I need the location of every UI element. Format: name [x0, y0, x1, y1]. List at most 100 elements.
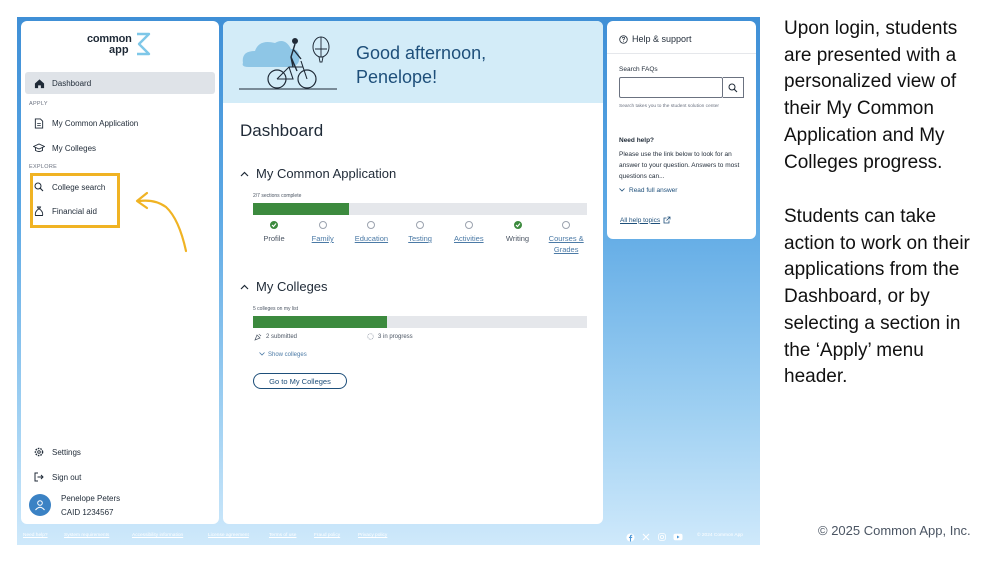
search-faqs-label: Search FAQs	[619, 66, 658, 73]
step-writing[interactable]: Writing	[493, 221, 543, 244]
search-note: Search takes you to the student solution…	[619, 104, 719, 109]
document-icon	[32, 116, 46, 130]
sidebar-item-dashboard[interactable]: Dashboard	[25, 72, 215, 94]
step-family[interactable]: Family	[298, 221, 348, 244]
colleges-progress-fill	[253, 316, 387, 328]
user-caid: CAID 1234567	[61, 508, 114, 517]
step-label: Education	[354, 234, 389, 243]
gear-icon	[32, 445, 46, 459]
section-title: My Common Application	[256, 166, 397, 181]
footer: Need help? System requirements Accessibi…	[17, 529, 760, 545]
divider	[607, 53, 756, 54]
x-icon[interactable]	[641, 532, 651, 542]
search-button[interactable]	[723, 77, 744, 98]
sections-complete-text: 2/7 sections complete	[253, 193, 302, 199]
need-help-heading: Need help?	[619, 137, 655, 144]
footer-link[interactable]: Terms of use	[269, 533, 296, 538]
step-incomplete-icon	[562, 221, 571, 229]
external-link-icon	[663, 216, 671, 224]
chevron-up-icon[interactable]	[240, 169, 252, 179]
caption-paragraph-1: Upon login, students are presented with …	[784, 18, 958, 173]
step-activities[interactable]: Activities	[444, 221, 494, 244]
celebration-icon	[254, 333, 262, 341]
section-my-colleges[interactable]: My Colleges	[240, 279, 328, 294]
application-steps: Profile Family Education Testing Activities W…	[253, 221, 603, 261]
logo-mark-icon	[137, 32, 151, 56]
user-profile[interactable]: Penelope Peters CAID 1234567	[25, 491, 215, 521]
submitted-count: 2 submitted	[254, 333, 297, 341]
step-incomplete-icon	[367, 221, 376, 229]
step-label: Testing	[408, 234, 432, 243]
cyclist-illustration-icon	[239, 36, 337, 90]
section-explore-header: EXPLORE	[29, 164, 58, 170]
step-incomplete-icon	[318, 221, 327, 229]
logo-line2: app	[109, 44, 129, 56]
step-testing[interactable]: Testing	[395, 221, 445, 244]
caption-paragraph-2: Students can take action to work on thei…	[784, 206, 970, 388]
read-full-answer-label: Read full answer	[629, 187, 678, 194]
section-my-common-application[interactable]: My Common Application	[240, 166, 396, 181]
slide-copyright: © 2025 Common App, Inc.	[818, 523, 971, 538]
sidebar-item-sign-out[interactable]: Sign out	[25, 466, 215, 488]
sidebar-item-settings[interactable]: Settings	[25, 441, 215, 463]
step-profile[interactable]: Profile	[249, 221, 299, 244]
step-label: Activities	[454, 234, 484, 243]
facebook-icon[interactable]	[625, 532, 635, 542]
sidebar-item-my-common-application[interactable]: My Common Application	[25, 112, 215, 134]
chevron-down-icon	[619, 187, 625, 194]
footer-link[interactable]: Privacy policy	[358, 533, 387, 538]
sidebar-item-label: My Common Application	[52, 118, 139, 128]
show-colleges-label: Show colleges	[268, 352, 307, 358]
all-help-topics-label: All help topics	[620, 216, 661, 224]
sidebar: common app Dashboard APPLY My Common App…	[21, 21, 219, 524]
common-app-logo[interactable]: common app	[87, 31, 157, 57]
app-window: common app Dashboard APPLY My Common App…	[17, 17, 760, 545]
footer-link[interactable]: Need help?	[23, 533, 48, 538]
step-label: Profile	[263, 234, 285, 243]
step-education[interactable]: Education	[346, 221, 396, 244]
all-help-topics-link[interactable]: All help topics	[620, 216, 671, 224]
greeting-text: Good afternoon, Penelope!	[356, 43, 487, 87]
read-full-answer-link[interactable]: Read full answer	[619, 187, 677, 194]
explore-highlight-box	[30, 173, 120, 228]
step-label: Family	[311, 234, 334, 243]
show-colleges-link[interactable]: Show colleges	[259, 352, 307, 358]
chevron-down-icon	[259, 352, 265, 358]
step-incomplete-icon	[416, 221, 425, 229]
youtube-icon[interactable]	[673, 532, 683, 542]
step-complete-icon	[513, 221, 522, 229]
annotation-arrow-icon	[135, 191, 188, 253]
main-content: Good afternoon, Penelope! Dashboard My C…	[223, 21, 603, 524]
go-to-my-colleges-button[interactable]: Go to My Colleges	[253, 373, 347, 389]
avatar	[29, 494, 51, 516]
help-title: Help & support	[632, 34, 692, 44]
footer-link[interactable]: Accessibility information	[132, 533, 183, 538]
in-progress-label: 3 in progress	[378, 333, 413, 340]
application-progress-fill	[253, 203, 349, 215]
chevron-up-icon[interactable]	[240, 282, 252, 292]
section-title: My Colleges	[256, 279, 328, 294]
step-complete-icon	[270, 221, 278, 229]
colleges-count-text: 5 colleges on my list	[253, 306, 299, 312]
in-progress-count: 3 in progress	[367, 333, 413, 340]
step-label: Courses & Grades	[548, 234, 584, 254]
footer-copyright: © 2024 Common App	[697, 533, 743, 538]
help-support-panel: Help & support Search FAQs Search takes …	[607, 21, 756, 239]
home-icon	[32, 76, 46, 90]
search-icon	[728, 83, 738, 92]
colleges-progress-bar	[253, 316, 587, 328]
step-courses-grades[interactable]: Courses & Grades	[541, 221, 591, 255]
user-icon	[35, 500, 45, 511]
footer-link[interactable]: Fraud policy	[314, 533, 340, 538]
help-header: Help & support	[619, 34, 692, 44]
instagram-icon[interactable]	[657, 532, 667, 542]
question-icon	[619, 34, 628, 44]
footer-link[interactable]: License agreement	[208, 533, 249, 538]
sidebar-item-my-colleges[interactable]: My Colleges	[25, 137, 215, 159]
help-body-text: Please use the link below to look for an…	[619, 151, 740, 180]
search-faqs-input[interactable]	[619, 77, 723, 98]
in-progress-icon	[367, 333, 374, 340]
sidebar-item-label: Sign out	[52, 472, 82, 482]
footer-link[interactable]: System requirements	[64, 533, 109, 538]
application-progress-bar	[253, 203, 587, 215]
